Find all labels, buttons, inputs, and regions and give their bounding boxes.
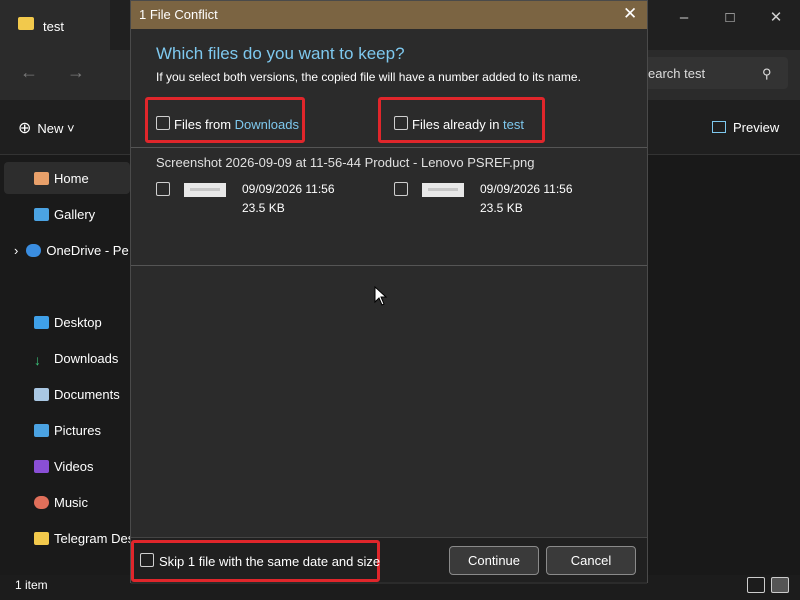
sidebar-item-gallery[interactable]: Gallery bbox=[34, 207, 95, 222]
dialog-title: 1 File Conflict bbox=[139, 7, 218, 22]
details-view-icon[interactable] bbox=[747, 577, 765, 593]
sidebar-item-home[interactable]: Home bbox=[34, 171, 89, 186]
divider-top bbox=[131, 147, 647, 148]
sidebar-item-onedrive[interactable]: › OneDrive - Pe bbox=[14, 243, 129, 258]
dialog-subtext: If you select both versions, the copied … bbox=[156, 70, 581, 84]
search-text: earch test bbox=[648, 66, 706, 81]
tiles-view-icon[interactable] bbox=[771, 577, 789, 593]
document-icon bbox=[34, 388, 49, 401]
maximize-icon[interactable]: □ bbox=[720, 10, 740, 26]
sidebar-item-telegram[interactable]: Telegram Desk bbox=[34, 531, 141, 546]
tab-title: test bbox=[43, 19, 64, 34]
mouse-cursor-icon bbox=[374, 286, 388, 306]
option-left-prefix: Files from bbox=[174, 117, 235, 132]
option-right-prefix: Files already in bbox=[412, 117, 504, 132]
plus-icon: ⊕ bbox=[18, 120, 32, 137]
keep-downloads-checkbox[interactable] bbox=[156, 116, 170, 130]
gallery-icon bbox=[34, 208, 49, 221]
desktop-icon bbox=[34, 316, 49, 329]
keep-existing-label: Files already in test bbox=[412, 117, 524, 132]
download-icon: ↓ bbox=[34, 352, 41, 368]
folder-icon bbox=[18, 17, 34, 30]
sidebar-label: Desktop bbox=[54, 315, 102, 330]
chevron-right-icon: › bbox=[14, 243, 19, 258]
keep-downloads-label: Files from Downloads bbox=[174, 117, 299, 132]
close-icon[interactable]: ✕ bbox=[623, 4, 637, 24]
sidebar-label: Telegram Desk bbox=[54, 531, 141, 546]
sidebar-item-music[interactable]: Music bbox=[34, 495, 88, 510]
downloads-link[interactable]: Downloads bbox=[235, 117, 299, 132]
right-file-checkbox[interactable] bbox=[394, 182, 408, 196]
dialog-heading: Which files do you want to keep? bbox=[156, 44, 405, 63]
keep-existing-checkbox[interactable] bbox=[394, 116, 408, 130]
new-label: New bbox=[37, 121, 64, 136]
sidebar-label: Videos bbox=[54, 459, 94, 474]
pictures-icon bbox=[34, 424, 49, 437]
right-file-size: 23.5 KB bbox=[480, 201, 523, 215]
sidebar-label: OneDrive - Pe bbox=[46, 243, 129, 258]
skip-same-files-label: Skip 1 file with the same date and size bbox=[159, 554, 381, 569]
left-file-checkbox[interactable] bbox=[156, 182, 170, 196]
back-arrow-icon[interactable]: ← bbox=[20, 62, 38, 83]
sidebar-item-downloads[interactable]: ↓ Downloads bbox=[34, 351, 119, 368]
sidebar-item-pictures[interactable]: Pictures bbox=[34, 423, 101, 438]
sidebar-label: Pictures bbox=[54, 423, 101, 438]
left-file-size: 23.5 KB bbox=[242, 201, 285, 215]
right-file-meta: 09/09/2026 11:56 23.5 KB bbox=[480, 180, 573, 218]
left-file-thumbnail bbox=[184, 183, 226, 197]
test-link[interactable]: test bbox=[503, 117, 524, 132]
sidebar-label: Downloads bbox=[54, 351, 119, 366]
sidebar-item-documents[interactable]: Documents bbox=[34, 387, 120, 402]
new-button[interactable]: ⊕ New ˅ bbox=[18, 118, 75, 138]
music-icon bbox=[34, 496, 49, 509]
skip-same-files-checkbox[interactable] bbox=[140, 553, 154, 567]
sidebar-label: Music bbox=[54, 495, 88, 510]
home-icon bbox=[34, 172, 49, 185]
preview-label: Preview bbox=[733, 120, 780, 135]
sidebar-label: Documents bbox=[54, 387, 120, 402]
minimize-icon[interactable]: – bbox=[674, 10, 694, 26]
tab-test[interactable]: test bbox=[0, 0, 110, 50]
conflict-file-name: Screenshot 2026-09-09 at 11-56-44 Produc… bbox=[156, 155, 535, 170]
forward-arrow-icon[interactable]: → bbox=[67, 62, 85, 83]
divider-bottom bbox=[131, 265, 647, 266]
sidebar-item-desktop[interactable]: Desktop bbox=[34, 315, 102, 330]
sidebar-label: Gallery bbox=[54, 207, 96, 222]
preview-pane-icon bbox=[712, 121, 726, 133]
cancel-button[interactable]: Cancel bbox=[546, 546, 636, 575]
left-file-date: 09/09/2026 11:56 bbox=[242, 182, 335, 196]
item-count: 1 item bbox=[15, 578, 48, 592]
file-conflict-dialog: 1 File Conflict ✕ bbox=[130, 0, 648, 584]
video-icon bbox=[34, 460, 49, 473]
close-window-icon[interactable]: ✕ bbox=[766, 10, 786, 26]
continue-button[interactable]: Continue bbox=[449, 546, 539, 575]
cloud-icon bbox=[26, 244, 42, 257]
sidebar-label: Home bbox=[54, 171, 89, 186]
search-icon[interactable]: ⚲ bbox=[762, 66, 772, 82]
right-file-thumbnail bbox=[422, 183, 464, 197]
right-file-date: 09/09/2026 11:56 bbox=[480, 182, 573, 196]
sidebar-item-videos[interactable]: Videos bbox=[34, 459, 94, 474]
preview-button[interactable]: Preview bbox=[712, 120, 779, 135]
folder-icon bbox=[34, 532, 49, 545]
dialog-titlebar: 1 File Conflict ✕ bbox=[131, 1, 647, 29]
left-file-meta: 09/09/2026 11:56 23.5 KB bbox=[242, 180, 335, 218]
